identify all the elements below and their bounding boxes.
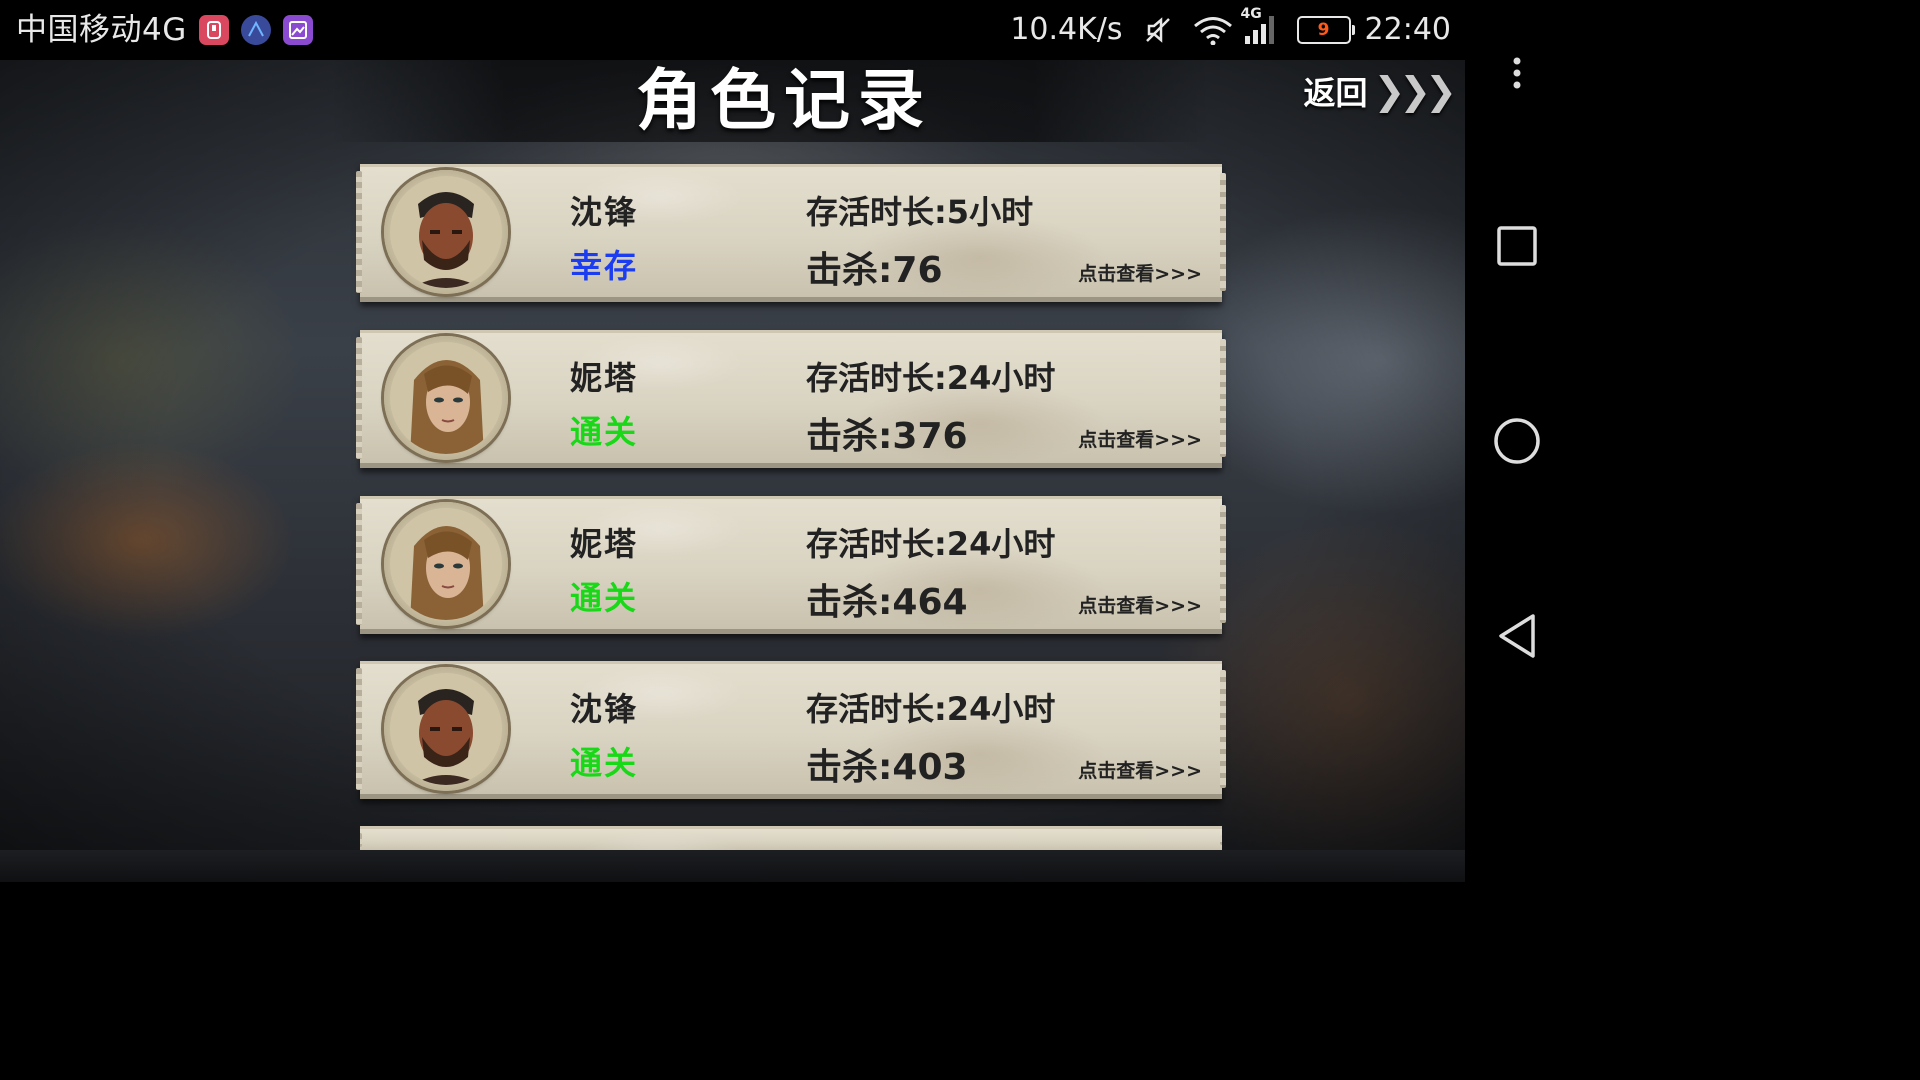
back-button-label: 返回 bbox=[1303, 74, 1368, 112]
kill-count: 击杀:376 bbox=[806, 416, 968, 457]
home-icon[interactable] bbox=[1465, 416, 1568, 466]
kill-count: 击杀:464 bbox=[806, 582, 968, 623]
wifi-icon bbox=[1193, 15, 1233, 45]
record-card[interactable]: 沈锋 幸存 存活时长:5小时 击杀:76 点击查看>>> bbox=[356, 164, 1226, 302]
view-details-link[interactable]: 点击查看>>> bbox=[1078, 591, 1202, 618]
survival-time: 存活时长:24小时 bbox=[806, 525, 1056, 563]
male-survivor-portrait-icon bbox=[384, 667, 508, 791]
game-screen: 沈锋 幸存 存活时长:5小时 击杀:76 点击查看>>> 妮塔 通关 存活时长:… bbox=[0, 60, 1465, 882]
carrier-label: 中国移动4G bbox=[16, 12, 187, 48]
record-card-partial[interactable] bbox=[360, 826, 1222, 851]
kill-count: 击杀:403 bbox=[806, 747, 968, 788]
status-bar-right: 10.4K/s 4G 9 22:40 bbox=[1010, 6, 1451, 50]
battery-icon: 9 bbox=[1296, 16, 1355, 44]
survival-time: 存活时长:24小时 bbox=[806, 359, 1056, 397]
view-details-link[interactable]: 点击查看>>> bbox=[1078, 259, 1202, 286]
character-name: 妮塔 bbox=[570, 525, 639, 563]
character-status: 通关 bbox=[570, 744, 639, 782]
signal-icon: 4G bbox=[1241, 6, 1279, 46]
character-status: 幸存 bbox=[570, 247, 639, 285]
notification-gallery-icon bbox=[282, 15, 313, 45]
record-card[interactable]: 妮塔 通关 存活时长:24小时 击杀:376 点击查看>>> bbox=[356, 330, 1226, 468]
character-name: 沈锋 bbox=[570, 193, 639, 231]
back-button[interactable]: 返回 ❯❯❯ bbox=[1303, 68, 1457, 114]
notification-browser-icon bbox=[240, 15, 271, 45]
view-details-link[interactable]: 点击查看>>> bbox=[1078, 756, 1202, 783]
view-details-link[interactable]: 点击查看>>> bbox=[1078, 425, 1202, 452]
status-bar: 中国移动4G 10.4K/s 4G 9 22:40 bbox=[0, 0, 1465, 60]
screen: 中国移动4G 10.4K/s 4G 9 22:40 沈锋 幸存 存活时长:5小时… bbox=[0, 0, 1568, 882]
network-speed: 10.4K/s bbox=[1010, 12, 1123, 47]
survival-time: 存活时长:5小时 bbox=[806, 193, 1034, 231]
record-card[interactable]: 沈锋 通关 存活时长:24小时 击杀:403 点击查看>>> bbox=[356, 661, 1226, 799]
chevron-right-icon: ❯❯❯ bbox=[1373, 69, 1456, 113]
survival-time: 存活时长:24小时 bbox=[806, 690, 1056, 728]
kill-count: 击杀:76 bbox=[806, 250, 943, 291]
mute-icon bbox=[1143, 15, 1173, 45]
status-bar-left: 中国移动4G bbox=[16, 10, 313, 50]
character-status: 通关 bbox=[570, 579, 639, 617]
character-status: 通关 bbox=[570, 413, 639, 451]
network-type-badge: 4G bbox=[1240, 6, 1262, 22]
record-list[interactable]: 沈锋 幸存 存活时长:5小时 击杀:76 点击查看>>> 妮塔 通关 存活时长:… bbox=[0, 60, 1465, 882]
male-survivor-portrait-icon bbox=[384, 170, 508, 294]
character-name: 沈锋 bbox=[570, 690, 639, 728]
bottom-shade bbox=[0, 850, 1465, 882]
female-survivor-portrait-icon bbox=[384, 502, 508, 626]
recent-apps-icon[interactable] bbox=[1465, 224, 1568, 268]
record-card[interactable]: 妮塔 通关 存活时长:24小时 击杀:464 点击查看>>> bbox=[356, 496, 1226, 634]
female-survivor-portrait-icon bbox=[384, 336, 508, 460]
back-nav-icon[interactable] bbox=[1465, 612, 1568, 660]
navigation-bar bbox=[1465, 0, 1568, 882]
more-options-icon[interactable] bbox=[1465, 56, 1568, 90]
clock: 22:40 bbox=[1364, 12, 1451, 47]
character-name: 妮塔 bbox=[570, 359, 639, 397]
battery-level: 9 bbox=[1317, 20, 1330, 40]
notification-app-icon bbox=[198, 15, 229, 45]
